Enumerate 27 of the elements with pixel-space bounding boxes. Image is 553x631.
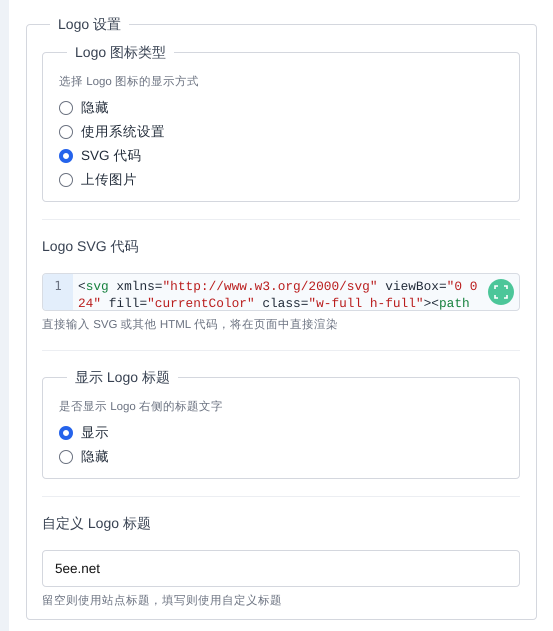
help-text: 留空则使用站点标题，填写则使用自定义标题: [42, 593, 283, 609]
radio-option[interactable]: 隐藏: [59, 445, 503, 469]
radio-option[interactable]: 上传图片: [59, 168, 503, 192]
radio-option[interactable]: 隐藏: [59, 96, 503, 120]
radio-option[interactable]: SVG 代码: [59, 144, 503, 168]
line-number: 1: [43, 274, 73, 310]
radio-button[interactable]: [59, 450, 73, 464]
radio-option[interactable]: 显示: [59, 421, 503, 445]
help-text: 直接输入 SVG 或其他 HTML 代码，将在页面中直接渲染: [42, 317, 339, 333]
group-legend: Logo 图标类型: [67, 42, 174, 62]
radio-button[interactable]: [59, 173, 73, 187]
field-label: Logo SVG 代码: [42, 237, 140, 256]
group-legend: 显示 Logo 标题: [67, 367, 178, 387]
code-line: <svg xmlns="http://www.w3.org/2000/svg" viewBox="0 0: [78, 278, 478, 295]
group-hint: 是否显示 Logo 右侧的标题文字: [59, 399, 224, 415]
field-label: 自定义 Logo 标题: [42, 514, 152, 533]
radio-button[interactable]: [59, 426, 73, 440]
panel-legend: Logo 设置: [50, 14, 130, 34]
code-line: 24" fill="currentColor" class="w-full h-full"><path: [78, 295, 471, 310]
group-hint: 选择 Logo 图标的显示方式: [59, 74, 200, 90]
radio-option[interactable]: 使用系统设置: [59, 120, 503, 144]
fullscreen-icon: [494, 285, 508, 299]
radio-button[interactable]: [59, 101, 73, 115]
radio-button[interactable]: [59, 125, 73, 139]
title-input[interactable]: 5ee.net: [42, 550, 520, 587]
radio-button[interactable]: [59, 149, 73, 163]
code-editor[interactable]: 1 <svg xmlns="http://www.w3.org/2000/svg" viewBox="0 0 24" fill="currentColor" class="w-full h-full"><path: [42, 273, 520, 311]
